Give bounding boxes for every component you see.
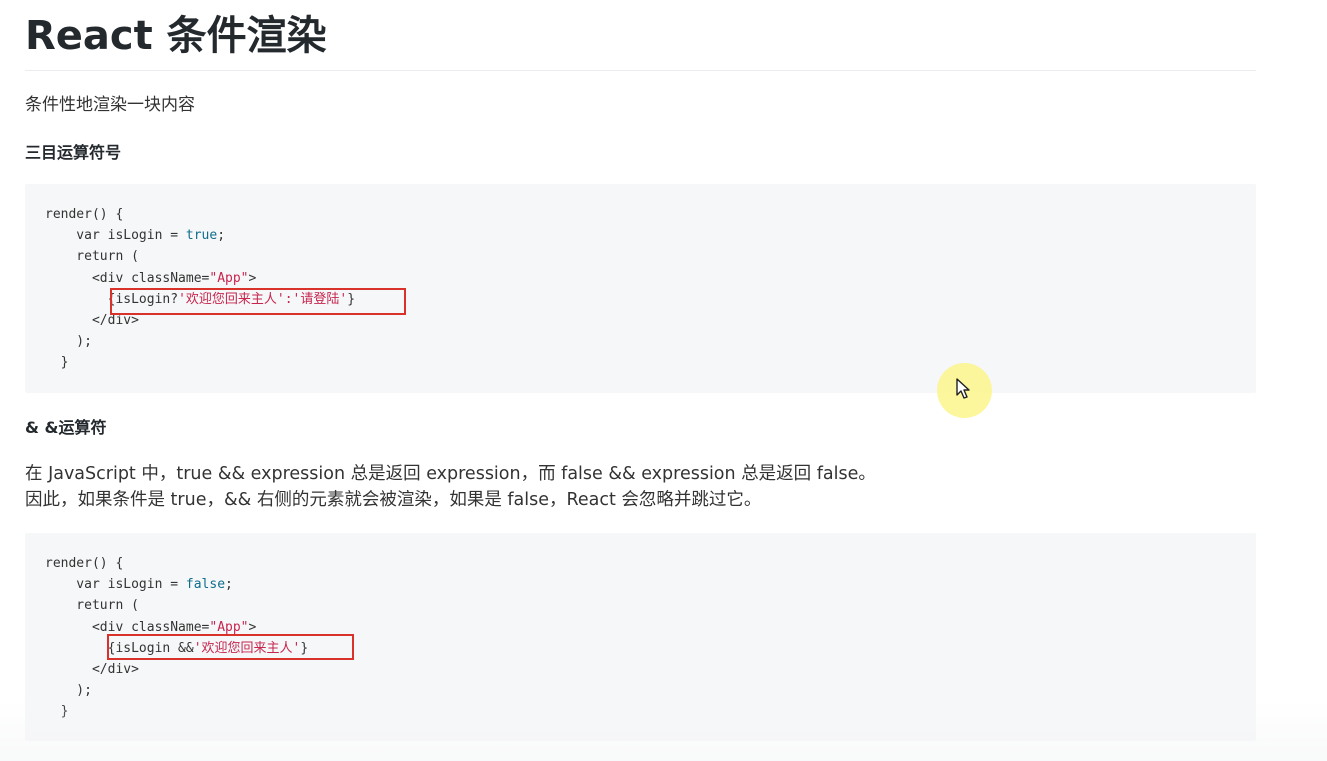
- section-heading-ternary: 三目运算符号: [25, 143, 122, 162]
- code-line: </div>: [45, 659, 308, 680]
- code-line: );: [45, 331, 355, 352]
- code-line: var isLogin = true;: [45, 225, 355, 246]
- explanation-paragraph: 在 JavaScript 中，true && expression 总是返回 e…: [25, 461, 876, 513]
- code-token: </div>: [45, 661, 139, 677]
- code-token: return (: [45, 249, 139, 265]
- string-literal: "App": [209, 619, 249, 635]
- paragraph-line: 在 JavaScript 中，true && expression 总是返回 e…: [25, 464, 876, 484]
- code-token: >: [248, 270, 257, 286]
- code-token: </div>: [45, 312, 139, 328]
- page-title: React 条件渲染: [25, 13, 327, 59]
- boolean-literal: false: [185, 577, 226, 593]
- code-token: return (: [45, 598, 139, 614]
- title-divider: [25, 70, 1256, 71]
- code-line: render() {: [45, 204, 355, 225]
- paragraph-line: 因此，如果条件是 true，&& 右侧的元素就会被渲染，如果是 false，Re…: [25, 490, 762, 510]
- code-token: );: [45, 334, 92, 350]
- code-line: return (: [45, 246, 355, 267]
- code-line: return (: [45, 595, 308, 616]
- mouse-pointer-icon: [956, 378, 970, 399]
- section-heading-and-operator: & &运算符: [25, 418, 107, 437]
- code-block-ternary: render() { var isLogin = true; return ( …: [25, 184, 1256, 393]
- highlight-box: [110, 288, 406, 315]
- code-token: var isLogin =: [45, 577, 186, 593]
- code-token: <div className=: [45, 270, 210, 286]
- code-token: }: [45, 355, 69, 371]
- code-token: >: [248, 619, 257, 635]
- code-line: render() {: [45, 553, 308, 574]
- code-block-and-operator: render() { var isLogin = false; return (…: [25, 533, 1256, 741]
- code-token: );: [45, 683, 92, 699]
- boolean-literal: true: [185, 228, 218, 244]
- code-line: }: [45, 701, 308, 722]
- code-token: ;: [217, 228, 226, 244]
- string-literal: "App": [209, 270, 249, 286]
- code-line: }: [45, 352, 355, 373]
- code-line: );: [45, 680, 308, 701]
- code-token: }: [45, 704, 69, 720]
- code-token: ;: [225, 577, 233, 593]
- intro-text: 条件性地渲染一块内容: [25, 95, 195, 115]
- code-token: render() {: [45, 207, 124, 222]
- code-line: var isLogin = false;: [45, 574, 308, 595]
- code-line: <div className="App">: [45, 268, 355, 289]
- code-token: var isLogin =: [45, 228, 186, 244]
- code-token: render() {: [45, 556, 124, 571]
- highlight-box: [107, 634, 354, 660]
- code-token: <div className=: [45, 619, 210, 635]
